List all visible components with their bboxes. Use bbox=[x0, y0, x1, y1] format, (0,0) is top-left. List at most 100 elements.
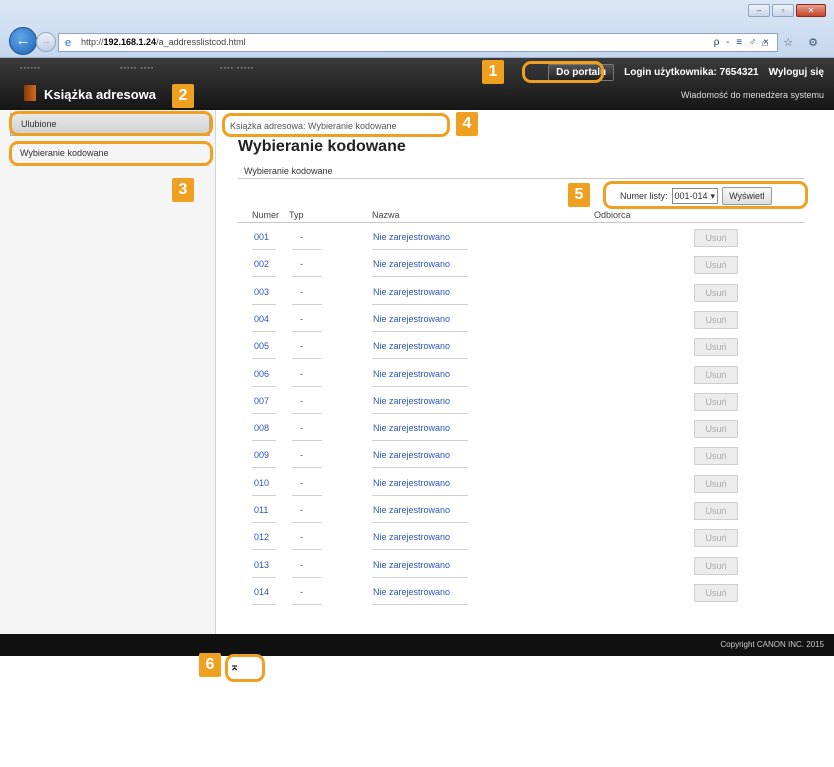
divider bbox=[292, 358, 322, 360]
row-number-link[interactable]: 004 bbox=[254, 314, 269, 324]
row-number-link[interactable]: 014 bbox=[254, 587, 269, 597]
highlight-ring bbox=[222, 113, 450, 137]
delete-button[interactable]: Usuń bbox=[694, 502, 738, 520]
row-name-link[interactable]: Nie zarejestrowano bbox=[373, 587, 450, 597]
table-row: 001 - Nie zarejestrowano Usuń bbox=[252, 226, 804, 253]
minimize-icon[interactable]: – bbox=[748, 4, 770, 17]
divider bbox=[252, 412, 276, 414]
table-row: 012 - Nie zarejestrowano Usuń bbox=[252, 526, 804, 553]
divider bbox=[372, 494, 468, 496]
divider bbox=[292, 467, 322, 469]
row-number-link[interactable]: 005 bbox=[254, 341, 269, 351]
row-name-link[interactable]: Nie zarejestrowano bbox=[373, 396, 450, 406]
browser-toolbar-icons[interactable]: ⌂ ☆ ⚙ bbox=[762, 36, 824, 49]
column-header-type: Typ bbox=[289, 210, 304, 220]
delete-button[interactable]: Usuń bbox=[694, 229, 738, 247]
window-controls: – ▫ ✕ bbox=[748, 4, 826, 17]
address-bar[interactable]: e http://192.168.1.24/a_addresslistcod.h… bbox=[58, 33, 778, 52]
row-number-link[interactable]: 003 bbox=[254, 287, 269, 297]
divider bbox=[252, 249, 276, 250]
row-name-link[interactable]: Nie zarejestrowano bbox=[373, 314, 450, 324]
delete-button[interactable]: Usuń bbox=[694, 556, 738, 575]
divider bbox=[372, 440, 468, 442]
divider bbox=[372, 522, 468, 523]
row-number-link[interactable]: 012 bbox=[254, 532, 269, 542]
table-row: 008 - Nie zarejestrowano Usuń bbox=[252, 417, 804, 444]
divider bbox=[252, 303, 276, 305]
row-name-link[interactable]: Nie zarejestrowano bbox=[373, 423, 450, 433]
delete-button[interactable]: Usuń bbox=[694, 310, 738, 329]
divider bbox=[372, 549, 468, 551]
forward-icon[interactable]: → bbox=[36, 32, 56, 52]
row-name-link[interactable]: Nie zarejestrowano bbox=[373, 532, 450, 542]
delete-button[interactable]: Usuń bbox=[694, 392, 738, 411]
manager-message-link[interactable]: Wiadomość do menedżera systemu bbox=[681, 90, 824, 100]
divider bbox=[252, 549, 276, 551]
row-name-link[interactable]: Nie zarejestrowano bbox=[373, 259, 450, 269]
divider bbox=[372, 358, 468, 360]
divider bbox=[372, 576, 468, 578]
delete-button[interactable]: Usuń bbox=[694, 283, 738, 302]
delete-button[interactable]: Usuń bbox=[694, 447, 738, 466]
column-header-name: Nazwa bbox=[372, 210, 400, 220]
row-name-link[interactable]: Nie zarejestrowano bbox=[373, 450, 450, 460]
row-type: - bbox=[300, 259, 303, 270]
row-number-link[interactable]: 006 bbox=[254, 369, 269, 379]
highlight-ring bbox=[603, 181, 808, 209]
device-info-blur: ▪▪▪▪▪▪ bbox=[20, 65, 41, 72]
divider bbox=[372, 330, 468, 332]
remote-ui-header: ▪▪▪▪▪▪ ▪▪▪▪▪ ▪▪▪▪ ▪▪▪▪ ▪▪▪▪▪ Książka adr… bbox=[0, 58, 834, 110]
ie-page-icon: e bbox=[65, 37, 72, 49]
logout-link[interactable]: Wyloguj się bbox=[769, 67, 824, 78]
row-number-link[interactable]: 002 bbox=[254, 259, 269, 269]
copyright-text: Copyright CANON INC. 2015 bbox=[720, 640, 824, 649]
column-header-recipient: Odbiorca bbox=[594, 210, 631, 220]
browser-chrome: – ▫ ✕ ← → e http://192.168.1.24/a_addres… bbox=[0, 0, 834, 58]
back-icon[interactable]: ← bbox=[9, 27, 37, 55]
page-title: Wybieranie kodowane bbox=[238, 138, 406, 155]
maximize-icon[interactable]: ▫ bbox=[772, 4, 794, 17]
row-number-link[interactable]: 007 bbox=[254, 396, 269, 406]
divider bbox=[292, 385, 322, 387]
row-name-link[interactable]: Nie zarejestrowano bbox=[373, 232, 450, 242]
row-name-link[interactable]: Nie zarejestrowano bbox=[373, 560, 450, 570]
callout-badge: 1 bbox=[482, 60, 504, 84]
row-type: - bbox=[300, 477, 303, 488]
delete-button[interactable]: Usuń bbox=[694, 583, 738, 602]
row-number-link[interactable]: 010 bbox=[254, 478, 269, 488]
divider bbox=[292, 412, 322, 414]
row-type: - bbox=[300, 368, 303, 379]
delete-button[interactable]: Usuń bbox=[694, 474, 738, 493]
row-number-link[interactable]: 001 bbox=[254, 232, 269, 242]
column-header-number: Numer bbox=[252, 210, 280, 220]
row-name-link[interactable]: Nie zarejestrowano bbox=[373, 369, 450, 379]
device-info-blur: ▪▪▪▪▪ ▪▪▪▪ bbox=[120, 65, 155, 72]
divider bbox=[292, 276, 322, 278]
divider bbox=[238, 178, 804, 179]
row-number-link[interactable]: 009 bbox=[254, 450, 269, 460]
row-type: - bbox=[300, 232, 303, 242]
divider bbox=[252, 330, 276, 332]
divider bbox=[372, 385, 468, 387]
row-type: - bbox=[300, 505, 303, 515]
callout-badge: 2 bbox=[172, 84, 194, 108]
table-row: 005 - Nie zarejestrowano Usuń bbox=[252, 335, 804, 362]
delete-button[interactable]: Usuń bbox=[694, 529, 738, 548]
row-number-link[interactable]: 013 bbox=[254, 560, 269, 570]
row-name-link[interactable]: Nie zarejestrowano bbox=[373, 505, 450, 515]
close-icon[interactable]: ✕ bbox=[796, 4, 826, 17]
delete-button[interactable]: Usuń bbox=[694, 365, 738, 384]
table-row: 013 - Nie zarejestrowano Usuń bbox=[252, 554, 804, 581]
row-type: - bbox=[300, 586, 303, 597]
app-title: Książka adresowa bbox=[44, 87, 157, 102]
row-number-link[interactable]: 011 bbox=[254, 505, 268, 515]
delete-button[interactable]: Usuń bbox=[694, 338, 738, 357]
delete-button[interactable]: Usuń bbox=[694, 256, 738, 275]
row-number-link[interactable]: 008 bbox=[254, 423, 269, 433]
delete-button[interactable]: Usuń bbox=[694, 420, 738, 439]
row-name-link[interactable]: Nie zarejestrowano bbox=[373, 478, 450, 488]
row-name-link[interactable]: Nie zarejestrowano bbox=[373, 287, 450, 297]
divider bbox=[292, 522, 322, 523]
divider bbox=[238, 222, 804, 223]
row-name-link[interactable]: Nie zarejestrowano bbox=[373, 341, 450, 351]
